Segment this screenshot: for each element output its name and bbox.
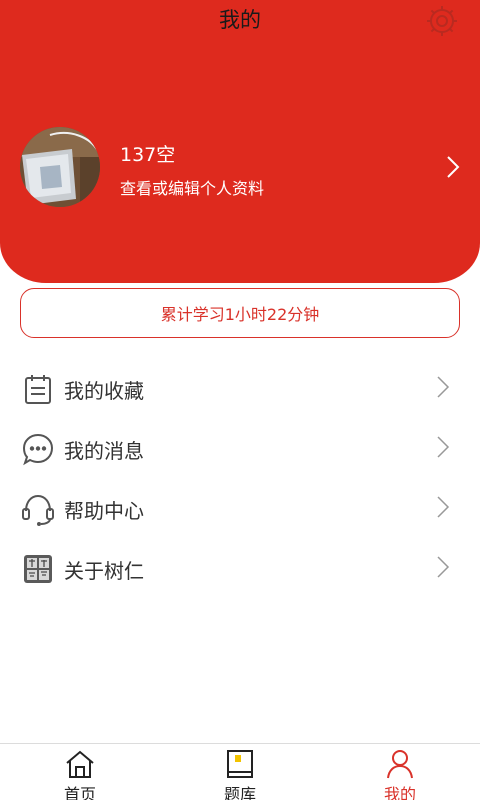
headset-icon: [21, 492, 55, 526]
settings-button[interactable]: [424, 3, 460, 39]
study-time-text: 累计学习1小时22分钟: [160, 305, 320, 324]
menu-item-favorites[interactable]: 我的收藏: [0, 360, 480, 420]
tab-label: 首页: [63, 785, 96, 800]
calendar-icon: [21, 372, 55, 406]
chevron-right-icon: [436, 375, 450, 399]
tab-label: 我的: [383, 785, 416, 800]
menu-item-help-center[interactable]: 帮助中心: [0, 480, 480, 540]
menu-item-label: 我的消息: [64, 439, 144, 463]
message-icon: [21, 432, 55, 466]
logo-seal-icon: [21, 552, 55, 586]
tab-home[interactable]: 首页: [20, 744, 140, 800]
book-icon: [223, 748, 257, 780]
chevron-right-icon: [436, 495, 450, 519]
menu-item-label: 帮助中心: [64, 499, 144, 523]
bottom-tab-bar: 首页 题库 我的: [0, 743, 480, 800]
menu-item-label: 关于树仁: [64, 559, 144, 583]
profile-chevron-right-icon[interactable]: [444, 154, 462, 180]
tab-question-bank[interactable]: 题库: [180, 744, 300, 800]
chevron-right-icon: [436, 555, 450, 579]
study-time-banner: 累计学习1小时22分钟: [20, 288, 460, 338]
user-name[interactable]: 137空: [120, 140, 175, 167]
gear-icon: [427, 6, 457, 36]
menu-item-messages[interactable]: 我的消息: [0, 420, 480, 480]
tab-label: 题库: [223, 785, 256, 800]
tab-mine[interactable]: 我的: [340, 744, 460, 800]
home-icon: [63, 748, 97, 780]
menu-item-about[interactable]: 关于树仁: [0, 540, 480, 600]
edit-profile-link[interactable]: 查看或编辑个人资料: [120, 175, 264, 199]
page-title: 我的: [219, 8, 261, 32]
user-icon: [383, 748, 417, 780]
avatar-photo: [20, 127, 100, 207]
chevron-right-icon: [436, 435, 450, 459]
menu-item-label: 我的收藏: [64, 379, 144, 403]
avatar[interactable]: [20, 127, 100, 207]
